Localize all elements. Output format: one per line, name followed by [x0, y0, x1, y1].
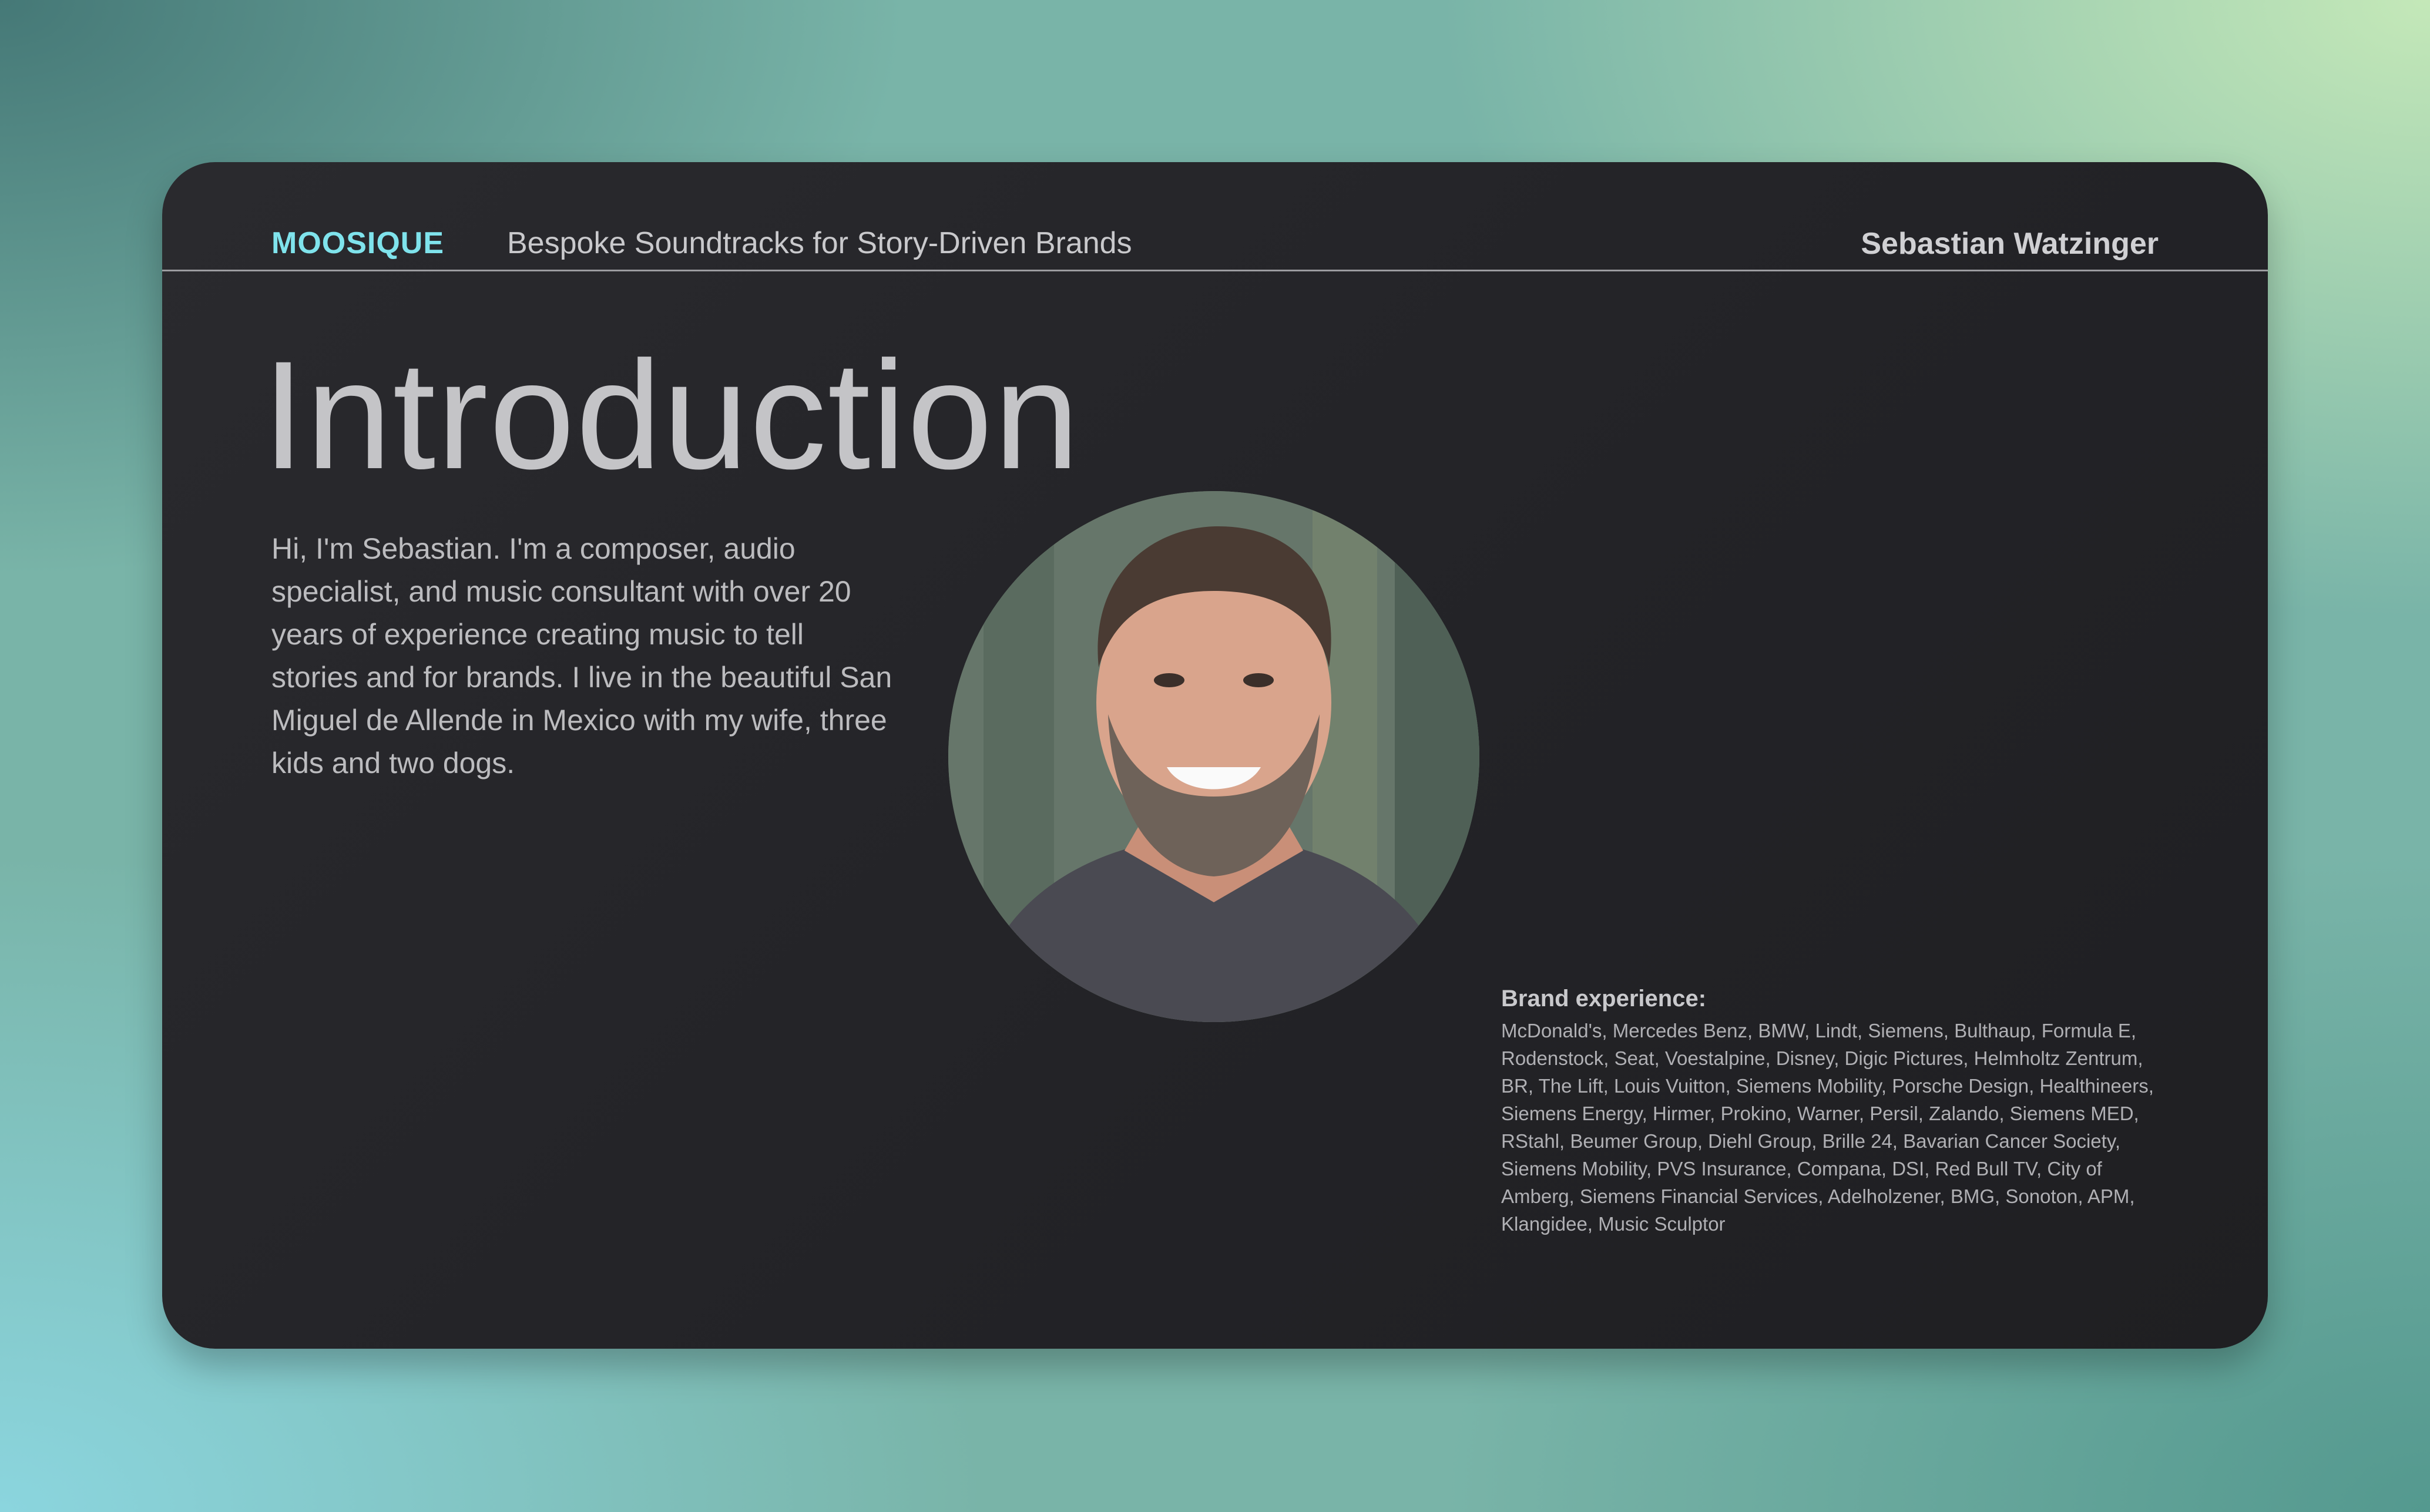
- brand-experience-list: McDonald's, Mercedes Benz, BMW, Lindt, S…: [1501, 1020, 2154, 1235]
- brand-experience-heading: Brand experience:: [1501, 986, 1707, 1012]
- brand-tagline: Bespoke Soundtracks for Story-Driven Bra…: [507, 226, 1132, 260]
- intro-paragraph: Hi, I'm Sebastian. I'm a composer, audio…: [271, 532, 892, 779]
- author-name: Sebastian Watzinger: [1861, 227, 2159, 261]
- brand-logo-text: MOOSIQUE: [271, 226, 445, 260]
- presentation-slide: MOOSIQUE Bespoke Soundtracks for Story-D…: [162, 162, 2268, 1349]
- slide-header: MOOSIQUE Bespoke Soundtracks for Story-D…: [162, 162, 2268, 271]
- portrait-photo: [948, 491, 1479, 1022]
- page-title: Introduction: [262, 329, 1081, 501]
- portrait-illustration: [948, 491, 1479, 1022]
